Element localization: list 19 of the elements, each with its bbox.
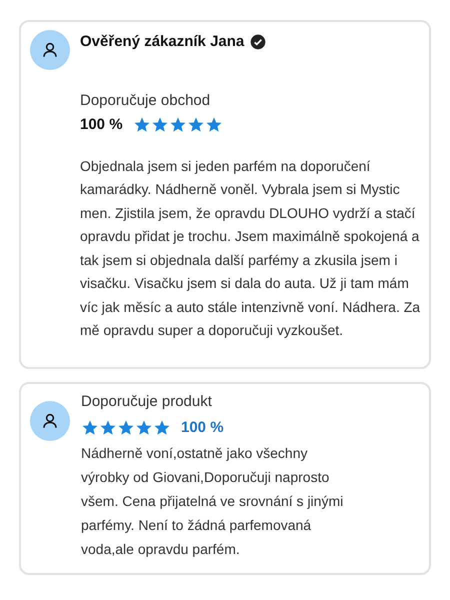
- user-icon: [41, 41, 59, 59]
- star-icon: [135, 418, 153, 437]
- star-icon: [168, 116, 187, 134]
- rating-percent: 100 %: [80, 115, 123, 135]
- review-text: Objednala jsem si jeden parfém na doporučení kamarádky. Nádherně voněl. Vybrala jsem si Mystic men. Zjistila jsem, že opravdu DLOUHO vydrží a stačí opravdu přidat je trochu. Jsem maximálně spokojená a tak jsem si objednala další parfémy a zkusila jsem i visačku. Visačku jsem si dala do auta. Už ji tam mám víc jak měsíc a auto stále intenzivně voní. Nádhera. Za mě opravdu super a doporučuji vyzkoušet.: [80, 156, 422, 340]
- star-icon: [81, 418, 99, 437]
- star-icon: [186, 116, 205, 134]
- user-icon: [41, 412, 59, 430]
- rating-percent: 100 %: [181, 418, 224, 438]
- review-text: Nádherně voní,ostatně jako všechny výrobky od Giovani,Doporučuji naprosto všem. Cena přijatelná ve srovnání s jinými parfémy. Není to žádná parfemovaná voda,ale opravdu parfém.: [81, 444, 344, 559]
- star-icon: [99, 418, 117, 437]
- star-icon: [132, 116, 151, 134]
- star-icon: [117, 418, 135, 437]
- star-icon: [204, 116, 223, 134]
- recommendation-label: Doporučuje obchod: [80, 90, 212, 110]
- star-icon: [150, 116, 169, 134]
- star-icon: [153, 418, 171, 437]
- recommendation-label: Doporučuje produkt: [81, 392, 213, 412]
- author-name: Ověřený zákazník Jana: [80, 32, 244, 52]
